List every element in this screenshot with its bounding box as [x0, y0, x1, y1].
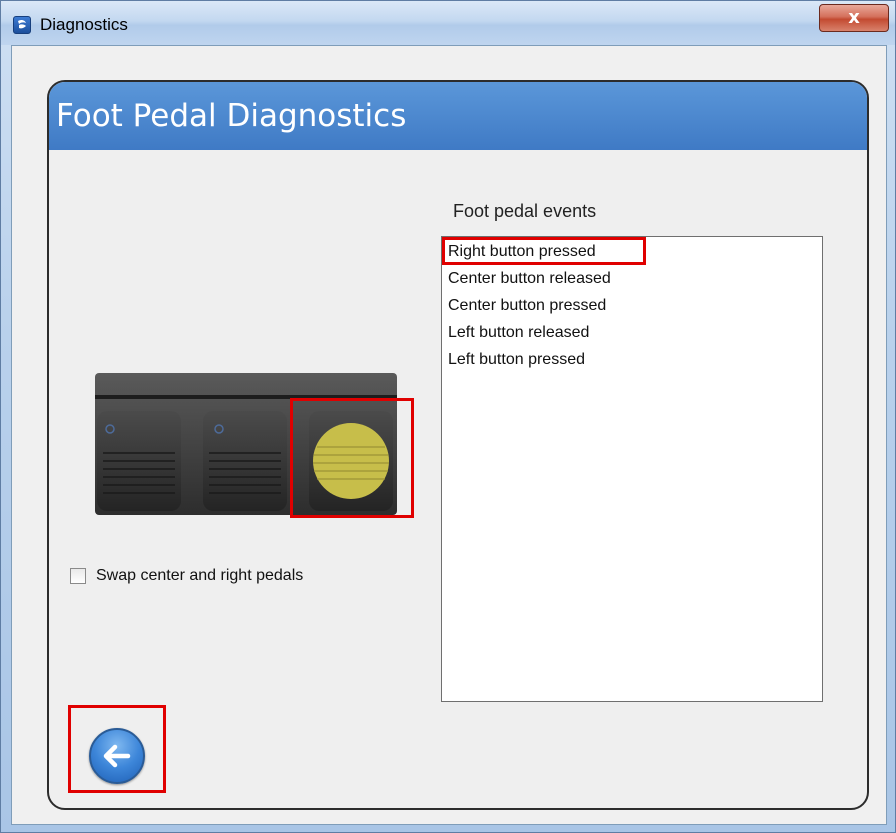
- events-list[interactable]: Right button pressed Center button relea…: [441, 236, 823, 702]
- highlight-latest-event: [442, 237, 646, 265]
- highlight-active-pedal: [290, 398, 414, 518]
- panel-header: Foot Pedal Diagnostics: [49, 82, 867, 150]
- swap-pedals-checkbox[interactable]: [70, 568, 86, 584]
- left-pedal: [97, 411, 181, 511]
- list-item[interactable]: Left button pressed: [448, 351, 585, 369]
- swap-pedals-label: Swap center and right pedals: [96, 567, 304, 584]
- close-icon: x: [848, 7, 860, 28]
- list-item[interactable]: Left button released: [448, 324, 589, 342]
- list-item[interactable]: Center button released: [448, 270, 611, 288]
- events-heading: Foot pedal events: [453, 201, 597, 221]
- close-button[interactable]: x: [819, 4, 889, 32]
- app-icon: [13, 16, 31, 34]
- center-pedal: [203, 411, 287, 511]
- list-item[interactable]: Center button pressed: [448, 297, 606, 315]
- highlight-back-button: [68, 705, 166, 793]
- title-bar: Diagnostics x: [1, 1, 895, 45]
- window-title: Diagnostics: [40, 15, 128, 34]
- page-title: Foot Pedal Diagnostics: [56, 98, 407, 134]
